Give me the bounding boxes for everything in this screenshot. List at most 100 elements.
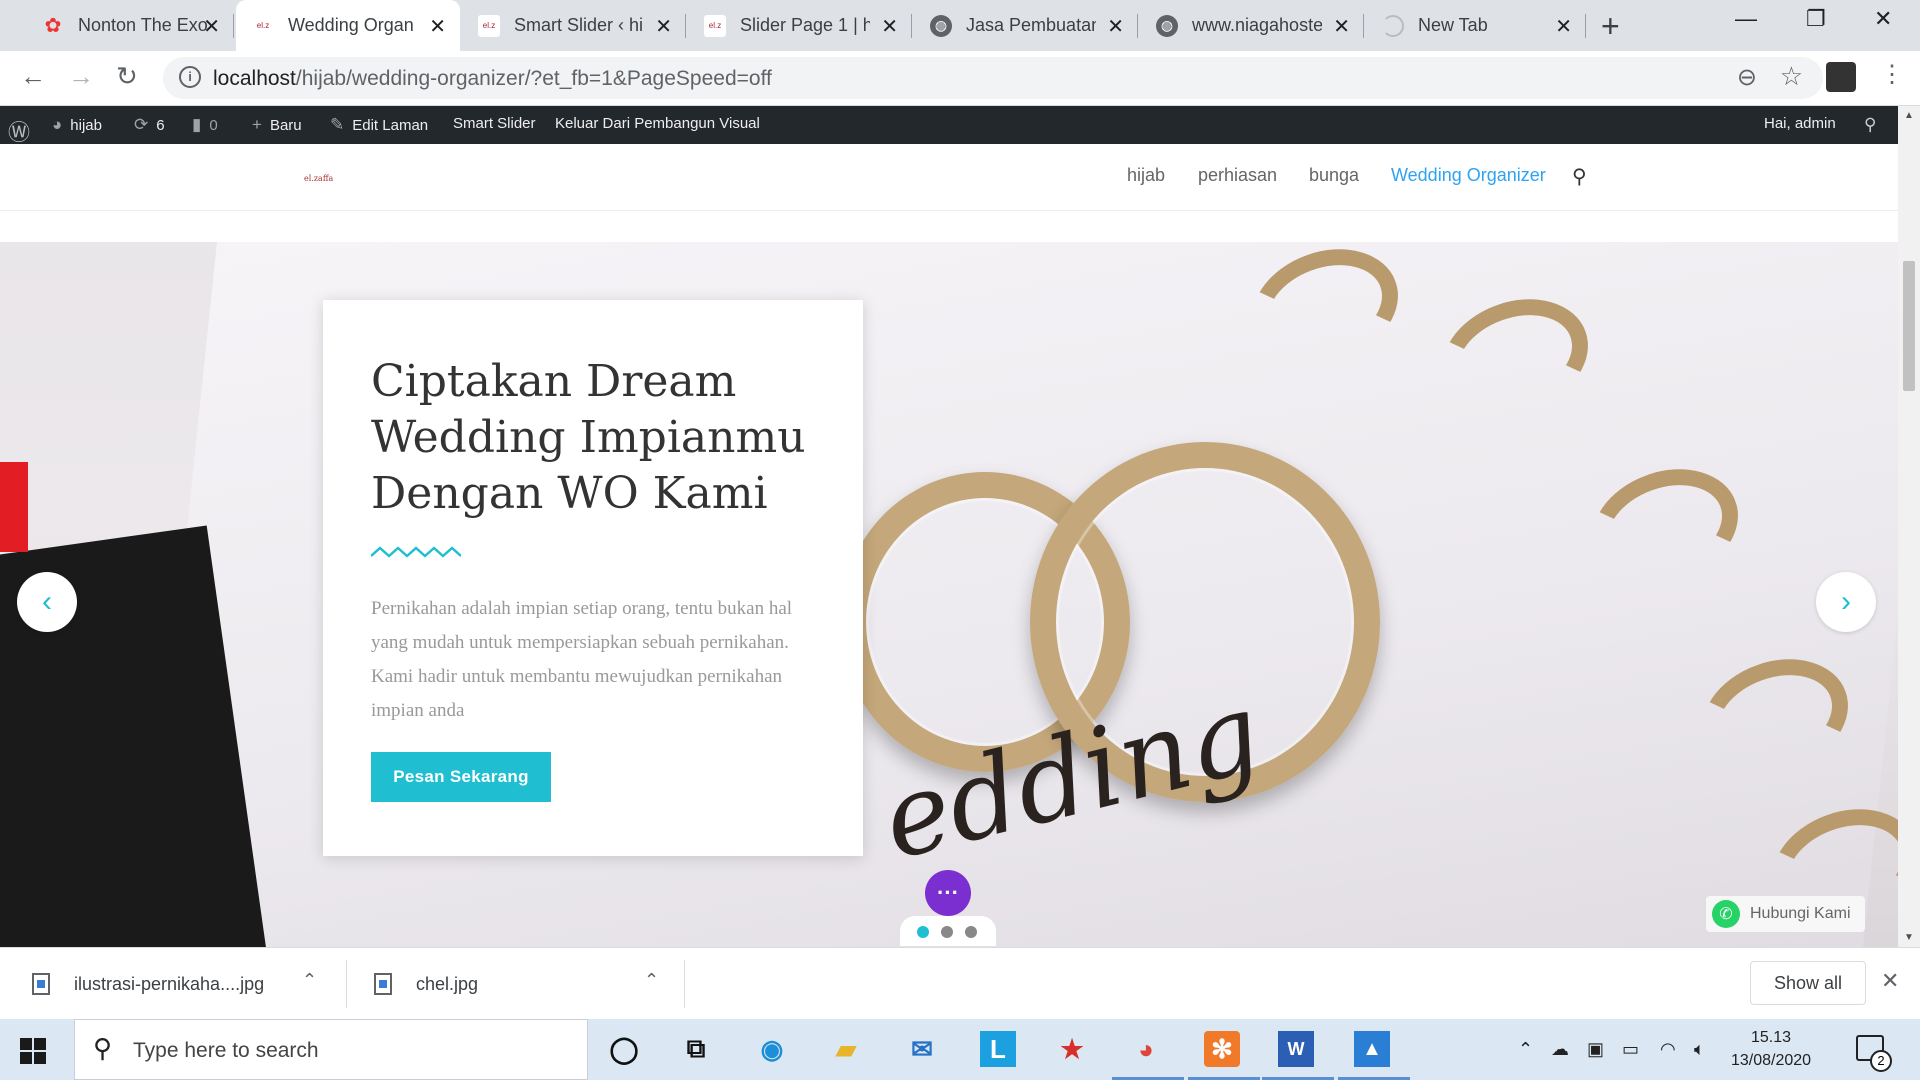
site-logo[interactable]: el.zaffa xyxy=(304,174,333,183)
loading-spinner-icon xyxy=(1382,14,1404,37)
tab-jasa-pembuatan[interactable]: ◍ Jasa Pembuatan ✕ xyxy=(914,0,1138,51)
cortana-icon[interactable]: ◯ xyxy=(606,1031,642,1067)
url-text[interactable]: localhost/hijab/wedding-organizer/?et_fb… xyxy=(213,67,772,91)
word-icon[interactable]: W xyxy=(1278,1031,1314,1067)
download-item[interactable]: chel.jpg ⌃ xyxy=(374,948,674,1020)
tab-nonton[interactable]: ✿ Nonton The Exo ✕ xyxy=(26,0,234,51)
tab-wedding-organizer[interactable]: el.z Wedding Organ ✕ xyxy=(236,0,460,51)
close-tab-icon[interactable]: ✕ xyxy=(881,14,898,39)
forward-icon[interactable]: → xyxy=(68,61,94,92)
scroll-down-icon[interactable]: ▼ xyxy=(1904,932,1914,943)
show-all-button[interactable]: Show all xyxy=(1750,961,1866,1005)
scrollbar-thumb[interactable] xyxy=(1903,261,1915,391)
slider-dot[interactable] xyxy=(965,926,977,938)
slider-dot[interactable] xyxy=(941,926,953,938)
admin-site-link[interactable]: ◕ hijab xyxy=(52,115,102,135)
search-placeholder: Type here to search xyxy=(133,1039,319,1062)
clock-time: 15.13 xyxy=(1750,1029,1792,1046)
close-window-icon[interactable]: ✕ xyxy=(1874,6,1892,32)
zoom-icon[interactable]: ⊖ xyxy=(1737,63,1757,92)
mail-icon[interactable]: ✉ xyxy=(904,1031,940,1067)
wifi-icon[interactable]: ◠ xyxy=(1660,1039,1676,1060)
image-file-icon xyxy=(32,973,50,995)
url-path: /hijab/wedding-organizer/?et_fb=1&PageSp… xyxy=(295,67,772,90)
chevron-up-icon[interactable]: ⌃ xyxy=(644,970,659,991)
admin-exit-builder[interactable]: Keluar Dari Pembangun Visual xyxy=(555,115,760,132)
close-tab-icon[interactable]: ✕ xyxy=(1555,14,1572,39)
tab-smart-slider[interactable]: el.z Smart Slider ‹ hi ✕ xyxy=(462,0,686,51)
close-tab-icon[interactable]: ✕ xyxy=(429,14,446,39)
admin-search-icon[interactable]: ⚲ xyxy=(1864,115,1876,135)
admin-updates[interactable]: ⟳ 6 xyxy=(134,115,165,135)
tab-title: Wedding Organ xyxy=(288,15,414,35)
scroll-up-icon[interactable]: ▲ xyxy=(1904,110,1914,121)
new-tab-button[interactable]: + xyxy=(1601,8,1620,45)
admin-new[interactable]: + Baru xyxy=(252,115,302,135)
chevron-up-icon[interactable]: ⌃ xyxy=(302,970,317,991)
slider-next-button[interactable]: › xyxy=(1816,572,1876,632)
smart-slider-label: Smart Slider xyxy=(453,115,536,132)
nav-bunga[interactable]: bunga xyxy=(1309,165,1359,186)
profile-avatar[interactable] xyxy=(1826,62,1856,92)
slider-prev-button[interactable]: ‹ xyxy=(17,572,77,632)
screenshot-tool-icon[interactable]: ▣ xyxy=(1587,1039,1604,1060)
slider-dot[interactable] xyxy=(917,926,929,938)
admin-edit-page[interactable]: ✎ Edit Laman xyxy=(330,115,428,135)
minimize-icon[interactable]: — xyxy=(1735,6,1757,32)
volume-icon[interactable]: 🔈︎ xyxy=(1694,1039,1705,1060)
site-favicon-icon: el.z xyxy=(704,14,726,37)
show-hidden-icons-icon[interactable]: ⌃ xyxy=(1518,1039,1533,1060)
xampp-icon[interactable]: ✻ xyxy=(1204,1031,1240,1067)
pinwheel-icon: ✿ xyxy=(44,15,62,37)
nav-hijab[interactable]: hijab xyxy=(1127,165,1165,186)
search-icon[interactable]: ⚲ xyxy=(1572,164,1587,189)
address-bar[interactable]: i localhost/hijab/wedding-organizer/?et_… xyxy=(163,57,1823,99)
close-tab-icon[interactable]: ✕ xyxy=(1333,14,1350,39)
wordpress-logo-icon[interactable]: Ⓦ xyxy=(8,115,30,147)
admin-comments[interactable]: ▮ 0 xyxy=(192,115,218,135)
menu-icon[interactable]: ⋮ xyxy=(1880,60,1904,89)
admin-account[interactable]: Hai, admin xyxy=(1764,115,1836,132)
site-favicon-icon: el.z xyxy=(478,14,500,37)
new-label: Baru xyxy=(269,116,302,134)
page-scrollbar[interactable]: ▲ ▼ xyxy=(1898,106,1920,947)
close-shelf-icon[interactable]: ✕ xyxy=(1881,968,1899,994)
tab-niagahoster[interactable]: ◍ www.niagahoste ✕ xyxy=(1140,0,1364,51)
admin-smart-slider[interactable]: Smart Slider xyxy=(453,115,536,132)
builder-options-button[interactable]: ··· xyxy=(925,870,971,916)
tab-slider-page[interactable]: el.z Slider Page 1 | h ✕ xyxy=(688,0,912,51)
nav-wedding-organizer[interactable]: Wedding Organizer xyxy=(1391,165,1546,186)
site-info-icon[interactable]: i xyxy=(179,66,201,88)
close-tab-icon[interactable]: ✕ xyxy=(655,14,672,39)
greeting-label: Hai, admin xyxy=(1764,115,1836,132)
nav-perhiasan[interactable]: perhiasan xyxy=(1198,165,1277,186)
bookmark-star-icon[interactable]: ☆ xyxy=(1780,61,1803,92)
download-item[interactable]: ilustrasi-pernikaha....jpg ⌃ xyxy=(32,948,332,1020)
chrome-icon[interactable]: ◕ xyxy=(1128,1031,1164,1067)
taskbar-search[interactable]: ⚲ Type here to search xyxy=(74,1019,588,1080)
taskbar-clock[interactable]: 15.13 13/08/2020 xyxy=(1730,1026,1812,1072)
photos-icon[interactable]: ▲ xyxy=(1354,1031,1390,1067)
star-app-icon[interactable]: ★ xyxy=(1054,1031,1090,1067)
restore-icon[interactable]: ❐ xyxy=(1806,6,1826,32)
hero-body: Pernikahan adalah impian setiap orang, t… xyxy=(371,598,793,721)
tab-title: Slider Page 1 | h xyxy=(740,15,870,35)
comments-count: 0 xyxy=(209,116,218,134)
windows-start-icon[interactable] xyxy=(20,1038,46,1064)
task-view-icon[interactable]: ⧉ xyxy=(678,1031,714,1067)
whatsapp-contact-button[interactable]: ✆ Hubungi Kami xyxy=(1706,896,1865,932)
back-icon[interactable]: ← xyxy=(20,61,46,92)
whatsapp-icon: ✆ xyxy=(1712,900,1740,928)
pesan-sekarang-button[interactable]: Pesan Sekarang xyxy=(371,752,551,802)
onedrive-icon[interactable]: ☁ xyxy=(1551,1039,1569,1060)
reload-icon[interactable]: ↻ xyxy=(116,61,138,92)
edge-icon[interactable]: ◉ xyxy=(754,1031,790,1067)
wp-admin-bar: Ⓦ ◕ hijab ⟳ 6 ▮ 0 + Baru ✎ Edit Laman Smart S… xyxy=(0,106,1898,147)
tab-new-tab[interactable]: New Tab ✕ xyxy=(1366,0,1586,51)
close-tab-icon[interactable]: ✕ xyxy=(203,14,220,39)
close-tab-icon[interactable]: ✕ xyxy=(1107,14,1124,39)
file-explorer-icon[interactable]: ▰ xyxy=(828,1031,864,1067)
l-app-icon[interactable]: L xyxy=(980,1031,1016,1067)
battery-icon[interactable]: ▭ xyxy=(1622,1039,1639,1060)
dashboard-icon: ◕ xyxy=(52,115,63,134)
